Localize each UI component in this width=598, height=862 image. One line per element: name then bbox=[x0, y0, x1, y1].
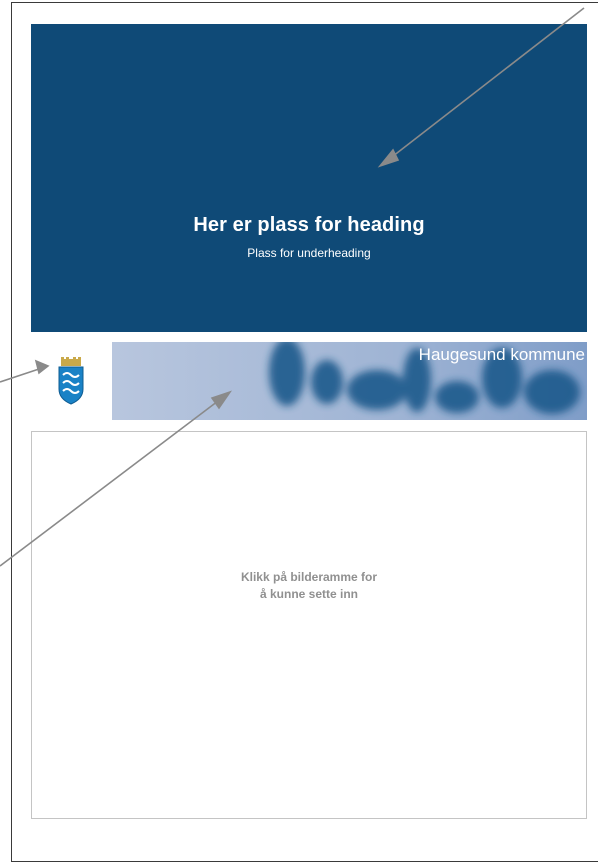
placeholder-line-1: Klikk på bilderamme for bbox=[240, 570, 378, 584]
banner-title: Haugesund kommune bbox=[418, 345, 585, 364]
subheading-text[interactable]: Plass for underheading bbox=[31, 246, 587, 260]
haugesund-coat-of-arms-icon bbox=[58, 357, 84, 405]
banner-image[interactable]: Haugesund kommune bbox=[112, 342, 587, 420]
image-frame[interactable]: Klikk på bilderamme for å kunne sette in… bbox=[31, 431, 587, 819]
image-placeholder-text: Klikk på bilderamme for å kunne sette in… bbox=[32, 569, 586, 603]
placeholder-line-2: å kunne sette inn bbox=[259, 587, 359, 601]
heading-text[interactable]: Her er plass for heading bbox=[31, 214, 587, 237]
heading-block[interactable]: Her er plass for heading Plass for under… bbox=[31, 24, 587, 332]
